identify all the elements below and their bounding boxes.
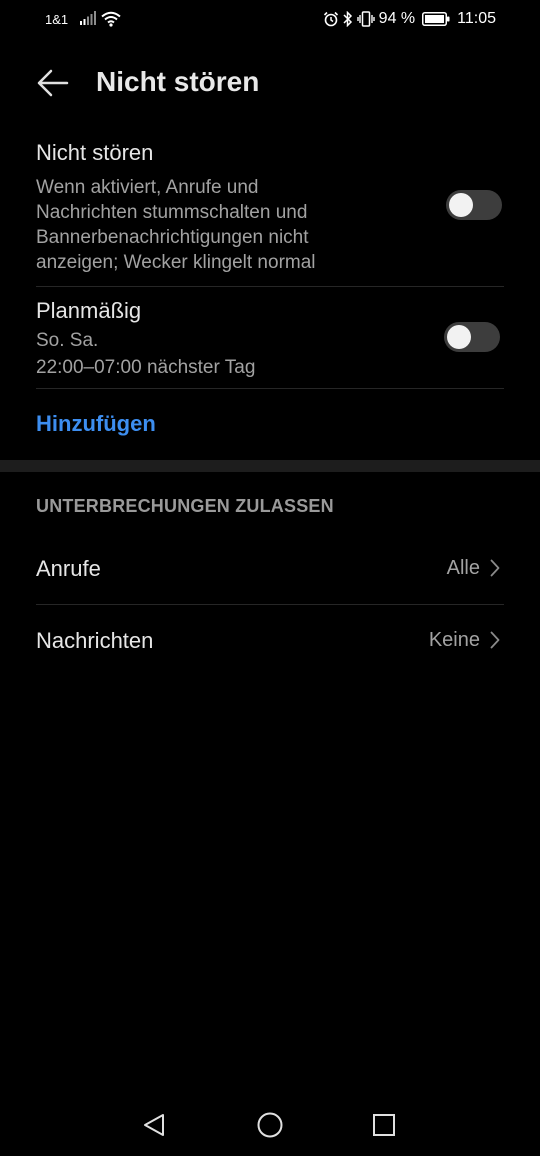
dnd-description: Wenn aktiviert, Anrufe und Nachrichten s… [36, 175, 504, 275]
navigation-bar [0, 1096, 540, 1156]
dnd-description-line: Bannerbenachrichtigungen nicht [36, 227, 309, 248]
schedule-days: So. Sa. [36, 330, 99, 351]
app-bar: Nicht stören [0, 50, 540, 116]
page-title: Nicht stören [96, 66, 260, 97]
chevron-right-icon [490, 631, 500, 654]
dnd-title: Nicht stören [36, 140, 154, 165]
calls-value: Alle [446, 557, 480, 579]
status-bar: 1&1 94 % 11:05 [0, 0, 540, 40]
divider [36, 286, 504, 287]
interruptions-section-header: UNTERBRECHUNGEN ZULASSEN [36, 496, 334, 516]
add-schedule-button[interactable]: Hinzufügen [36, 411, 156, 437]
carrier-label: 1&1 [45, 12, 69, 27]
schedule-time-range: 22:00–07:00 nächster Tag [36, 357, 256, 378]
schedule-title: Planmäßig [36, 298, 142, 323]
schedule-toggle[interactable] [444, 322, 500, 352]
bluetooth-icon [342, 11, 354, 27]
messages-label: Nachrichten [36, 628, 154, 653]
clock: 11:05 [457, 10, 496, 27]
battery-percent: 94 % [378, 10, 416, 27]
vibrate-icon [356, 11, 375, 27]
status-right-group: 94 % 11:05 [323, 10, 496, 28]
toggle-knob [447, 325, 471, 349]
dnd-toggle[interactable] [446, 190, 502, 220]
dnd-description-line: Wenn aktiviert, Anrufe und [36, 177, 259, 198]
alarm-icon [323, 11, 339, 27]
home-circle-icon[interactable] [255, 1110, 285, 1140]
chevron-right-icon [490, 559, 500, 582]
back-triangle-icon[interactable] [140, 1110, 170, 1140]
dnd-setting-row[interactable]: Nicht stören Wenn aktiviert, Anrufe und … [36, 140, 504, 275]
signal-icon [80, 11, 96, 30]
schedule-row[interactable]: Planmäßig So. Sa. 22:00–07:00 nächster T… [36, 298, 504, 380]
dnd-description-line: Nachrichten stummschalten und [36, 202, 308, 223]
battery-icon [422, 12, 450, 26]
calls-label: Anrufe [36, 556, 101, 581]
messages-value: Keine [428, 629, 480, 651]
divider [36, 388, 504, 389]
arrow-left-icon[interactable] [36, 67, 70, 99]
messages-row[interactable]: Nachrichten Keine [36, 606, 504, 676]
recents-square-icon[interactable] [369, 1110, 399, 1140]
dnd-description-line: anzeigen; Wecker klingelt normal [36, 252, 316, 273]
section-separator [0, 460, 540, 472]
calls-row[interactable]: Anrufe Alle [36, 534, 504, 604]
toggle-knob [449, 193, 473, 217]
divider [36, 604, 504, 605]
wifi-icon [101, 11, 121, 32]
